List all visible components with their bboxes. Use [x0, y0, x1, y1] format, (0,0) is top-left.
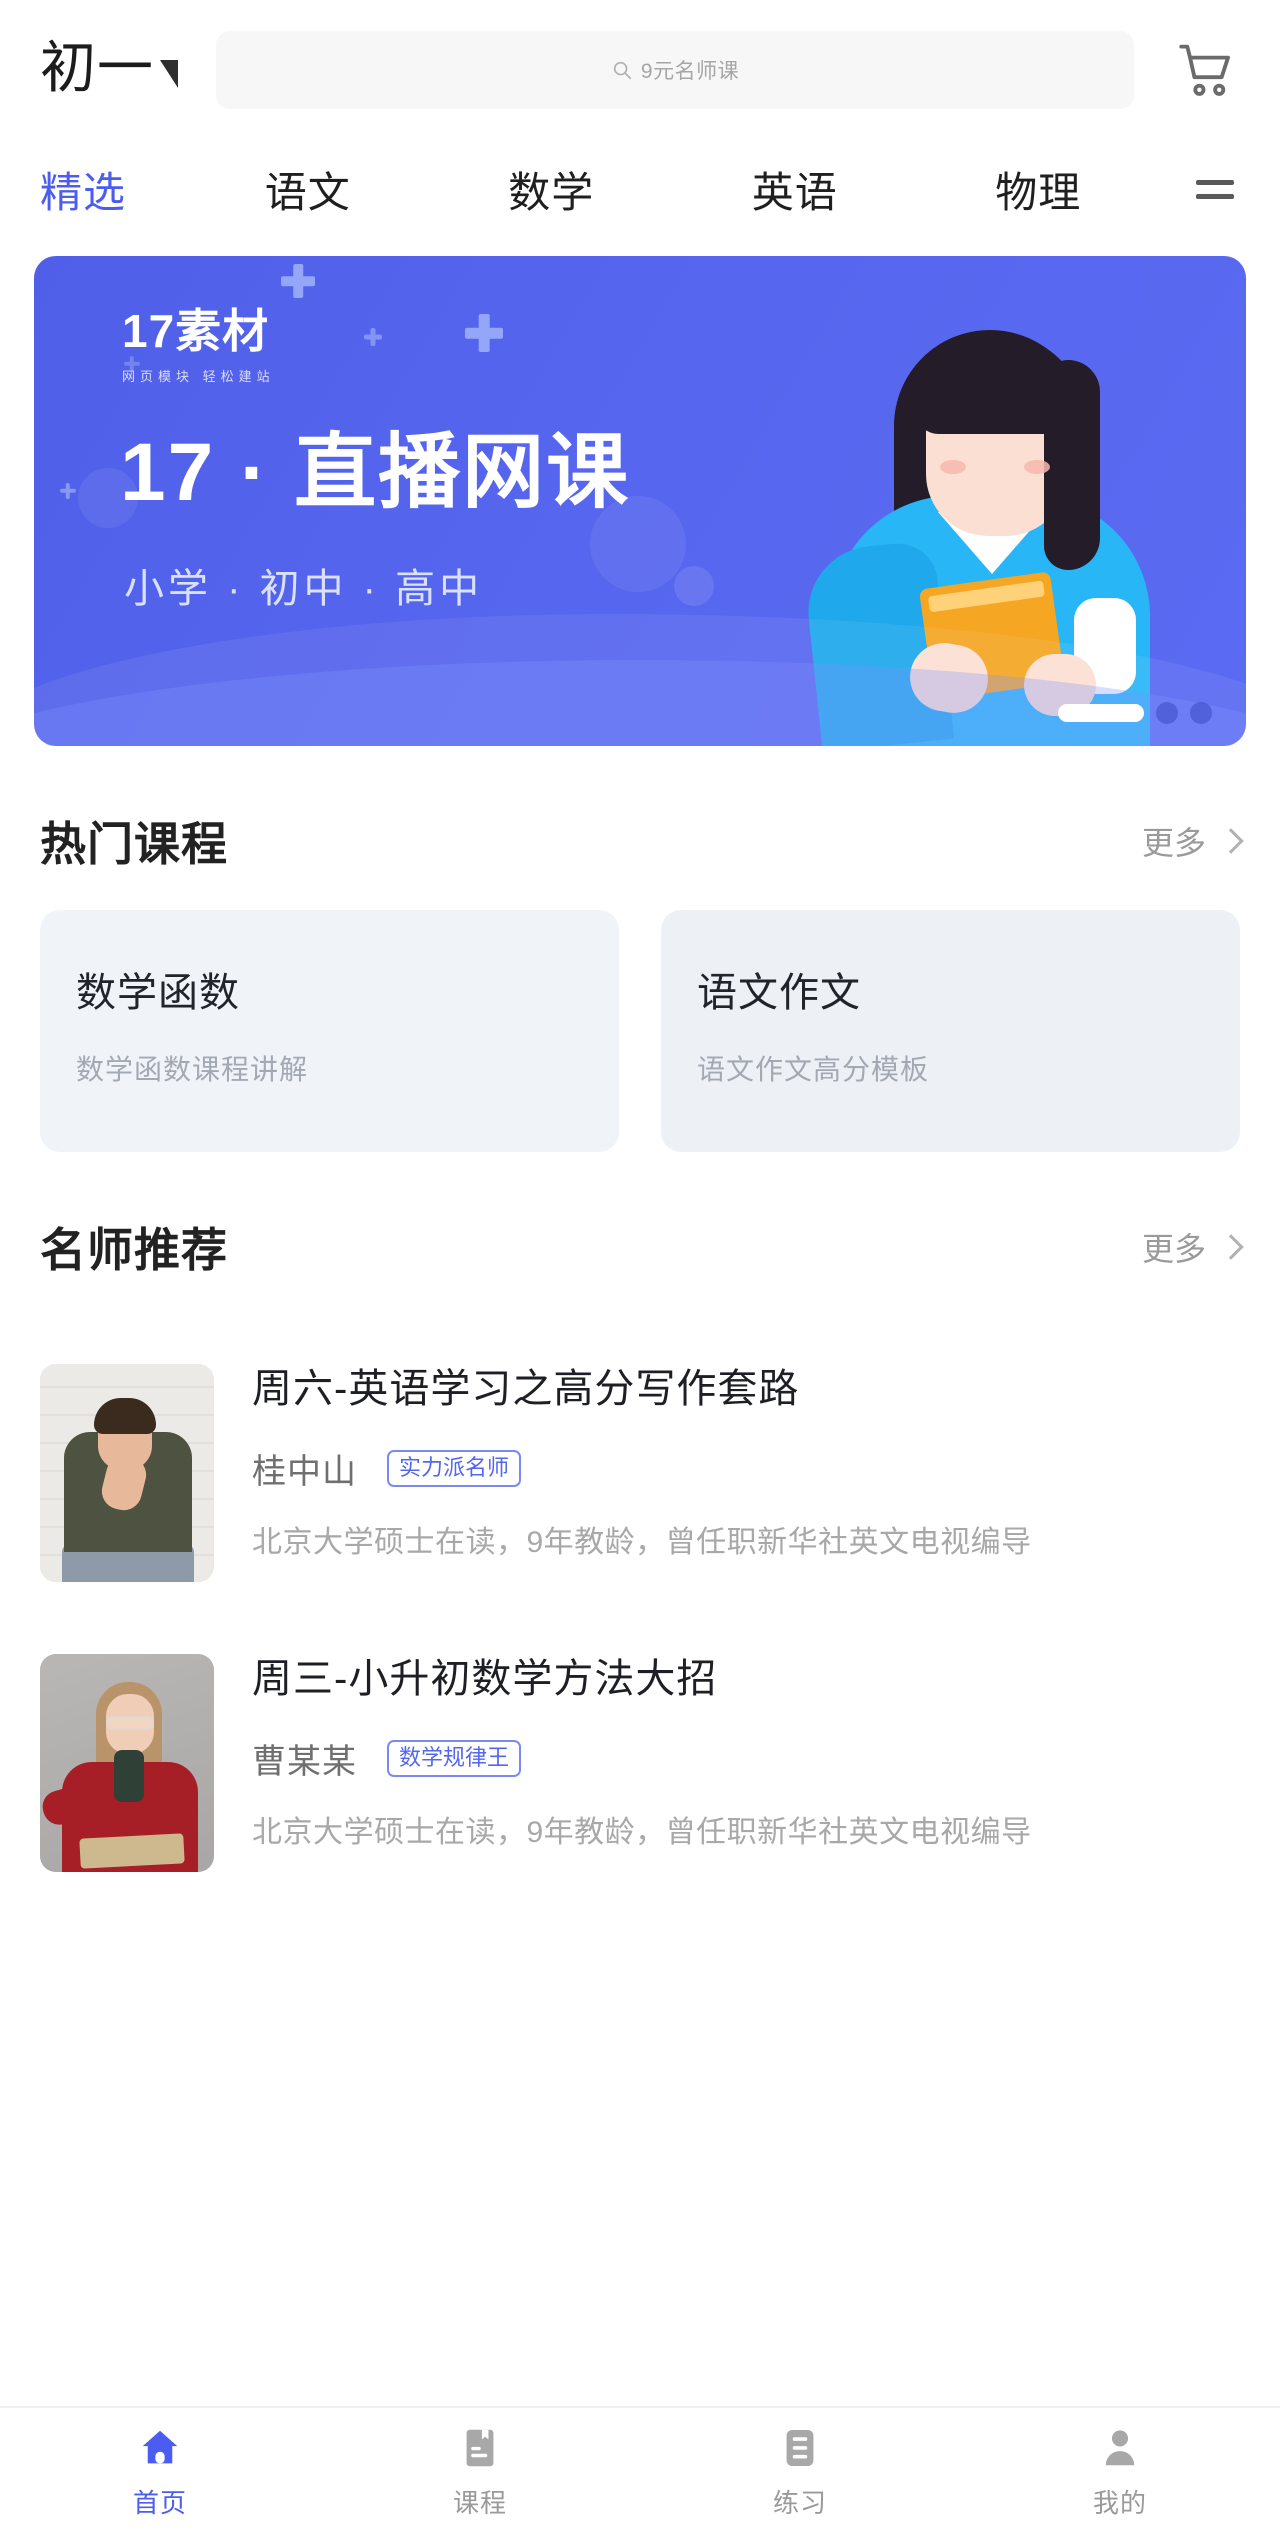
app-screen: 初一 9元名师课 精选 语文 数学 英语 物理 17素材 网页模块 轻松建站 1…: [0, 0, 1280, 2536]
plus-decor-icon: [364, 328, 382, 346]
chevron-right-icon: [1218, 828, 1244, 854]
hamburger-line: [1196, 179, 1235, 185]
hot-courses-more-button[interactable]: 更多: [1141, 818, 1244, 864]
chevron-right-icon: [1218, 1234, 1244, 1260]
pagination-dot-active[interactable]: [1058, 704, 1144, 722]
teacher-meta: 曹某某 数学规律王: [252, 1734, 1240, 1783]
teacher-info: 周三-小升初数学方法大招 曹某某 数学规律王 北京大学硕士在读，9年教龄，曾任职…: [252, 1654, 1240, 1872]
nav-item-courses[interactable]: 课程: [320, 2425, 640, 2520]
teacher-name: 曹某某: [252, 1743, 357, 1781]
course-card[interactable]: 语文作文 语文作文高分模板: [661, 910, 1240, 1152]
course-card-title: 语文作文: [697, 971, 861, 1015]
teacher-recommend-more-button[interactable]: 更多: [1141, 1224, 1244, 1270]
pagination-dot[interactable]: [1190, 702, 1212, 724]
course-card-desc: 语文作文高分模板: [697, 1054, 930, 1085]
avatar: [40, 1654, 214, 1872]
more-label: 更多: [1141, 1231, 1206, 1267]
tab-wuli[interactable]: 物理: [917, 159, 1161, 220]
teacher-meta: 桂中山 实力派名师: [252, 1444, 1240, 1493]
teacher-name: 桂中山: [252, 1453, 357, 1491]
hamburger-line: [1196, 193, 1235, 199]
teacher-course-title: 周六-英语学习之高分写作套路: [252, 1367, 800, 1411]
tab-yingyu[interactable]: 英语: [673, 159, 917, 220]
hot-courses-list: 数学函数 数学函数课程讲解 语文作文 语文作文高分模板: [0, 910, 1280, 1152]
teacher-description: 北京大学硕士在读，9年教龄，曾任职新华社英文电视编导: [252, 1526, 1032, 1559]
bottom-navigation-bar: 首页 课程 练习 我的: [0, 2406, 1280, 2536]
home-icon: [142, 2430, 178, 2463]
nav-item-home[interactable]: 首页: [0, 2425, 320, 2520]
hot-courses-header: 热门课程 更多: [0, 808, 1280, 874]
banner-subtitle: 小学 · 初中 · 高中: [124, 567, 484, 611]
plus-decor-icon: [60, 483, 76, 499]
course-card-title: 数学函数: [76, 971, 240, 1015]
more-label: 更多: [1141, 825, 1206, 861]
teacher-recommend-header: 名师推荐 更多: [0, 1214, 1280, 1280]
plus-decor-icon: [281, 264, 315, 298]
cart-button[interactable]: [1168, 32, 1244, 108]
book-icon: [466, 2429, 494, 2466]
teacher-info: 周六-英语学习之高分写作套路 桂中山 实力派名师 北京大学硕士在读，9年教龄，曾…: [252, 1364, 1240, 1582]
banner-logo: 17素材 网页模块 轻松建站: [122, 308, 275, 385]
grade-label: 初一: [40, 36, 154, 99]
app-header: 初一 9元名师课: [0, 0, 1280, 140]
banner-pagination[interactable]: [1058, 702, 1212, 724]
nav-item-practice[interactable]: 练习: [640, 2425, 960, 2520]
course-card-desc: 数学函数课程讲解: [76, 1054, 309, 1085]
banner-logo-subtext: 网页模块 轻松建站: [122, 369, 275, 384]
tab-shuxue[interactable]: 数学: [430, 159, 674, 220]
teacher-list-item[interactable]: 周三-小升初数学方法大招 曹某某 数学规律王 北京大学硕士在读，9年教龄，曾任职…: [40, 1616, 1240, 1906]
teacher-description: 北京大学硕士在读，9年教龄，曾任职新华社英文电视编导: [252, 1816, 1032, 1849]
banner-decor-circle: [674, 566, 714, 606]
promo-banner[interactable]: 17素材 网页模块 轻松建站 17 · 直播网课 小学 · 初中 · 高中: [34, 256, 1246, 746]
teacher-course-title: 周三-小升初数学方法大招: [252, 1657, 718, 1701]
tab-yuwen[interactable]: 语文: [186, 159, 430, 220]
hot-courses-title: 热门课程: [40, 818, 228, 870]
nav-item-profile[interactable]: 我的: [960, 2425, 1280, 2520]
nav-label: 我的: [1092, 2487, 1147, 2518]
triangle-down-icon: [160, 60, 178, 88]
person-icon: [1105, 2429, 1135, 2465]
nav-label: 课程: [452, 2487, 507, 2518]
nav-label: 练习: [772, 2487, 827, 2518]
teacher-list: 周六-英语学习之高分写作套路 桂中山 实力派名师 北京大学硕士在读，9年教龄，曾…: [0, 1326, 1280, 1906]
course-card[interactable]: 数学函数 数学函数课程讲解: [40, 910, 619, 1152]
shopping-cart-icon: [1179, 44, 1230, 96]
tab-jingxuan[interactable]: 精选: [40, 159, 126, 220]
search-input[interactable]: 9元名师课: [641, 55, 739, 85]
avatar: [40, 1364, 214, 1582]
teacher-recommend-title: 名师推荐: [40, 1224, 228, 1276]
search-icon: [613, 61, 631, 80]
category-tab-bar: 精选 语文 数学 英语 物理: [0, 140, 1280, 238]
pagination-dot[interactable]: [1156, 702, 1178, 724]
list-icon: [786, 2429, 814, 2466]
search-bar[interactable]: 9元名师课: [216, 31, 1134, 109]
status-badge: 数学规律王: [387, 1740, 522, 1777]
plus-decor-icon: [465, 314, 503, 352]
hamburger-menu-icon[interactable]: [1180, 154, 1250, 224]
banner-logo-text: 17素材: [122, 305, 270, 357]
nav-label: 首页: [132, 2487, 187, 2518]
status-badge: 实力派名师: [387, 1450, 522, 1487]
banner-title: 17 · 直播网课: [120, 427, 631, 518]
teacher-list-item[interactable]: 周六-英语学习之高分写作套路 桂中山 实力派名师 北京大学硕士在读，9年教龄，曾…: [40, 1326, 1240, 1616]
grade-picker[interactable]: 初一: [40, 40, 178, 100]
